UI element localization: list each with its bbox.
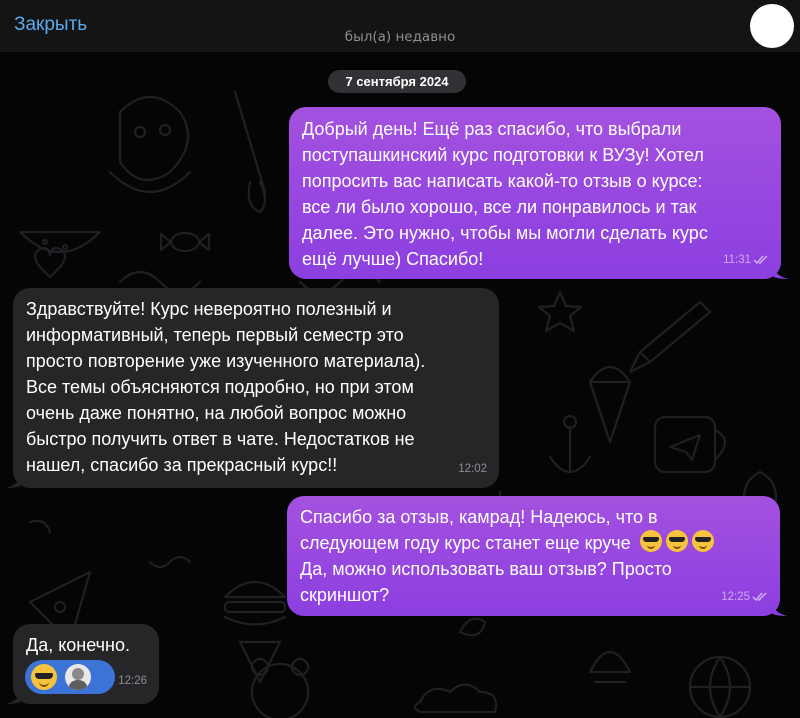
bubble-tail xyxy=(770,259,788,279)
message-meta: 12:02 xyxy=(458,456,487,482)
message-text-fragment: следующем году курс станет еще круче xyxy=(300,533,631,553)
sunglasses-emoji-icon xyxy=(665,530,688,552)
bubble-tail xyxy=(769,596,787,616)
message-text: Добрый день! Ещё раз спасибо, что выбрал… xyxy=(302,119,708,269)
contact-status: был(а) недавно xyxy=(344,29,456,45)
reaction-chip[interactable] xyxy=(25,660,115,694)
message-meta: 11:31 xyxy=(723,247,769,273)
sunglasses-emoji-icon xyxy=(639,530,662,552)
message-meta: 12:26 xyxy=(118,668,147,694)
bubble-tail xyxy=(6,468,24,488)
message-text: Здравствуйте! Курс невероятно полезный и… xyxy=(26,299,426,475)
date-separator: 7 сентября 2024 xyxy=(328,70,466,93)
outgoing-message[interactable]: Добрый день! Ещё раз спасибо, что выбрал… xyxy=(289,107,788,279)
contact-avatar[interactable] xyxy=(750,4,794,48)
incoming-message[interactable]: Да, конечно. 12:26 xyxy=(6,624,159,704)
double-check-icon xyxy=(753,255,768,265)
message-text-line: Спасибо за отзыв, камрад! Надеюсь, что в xyxy=(300,507,658,527)
double-check-icon xyxy=(752,592,767,602)
chat-header: Закрыть был(а) недавно xyxy=(0,0,800,52)
message-time: 12:02 xyxy=(458,463,487,475)
bubble-tail xyxy=(6,684,24,704)
message-meta: 12:25 xyxy=(721,584,768,610)
message-text-line: следующем году курс станет еще круче xyxy=(300,530,768,556)
message-text-line: Да, можно использовать ваш отзыв? Просто… xyxy=(300,559,672,605)
sunglasses-emoji-icon xyxy=(31,664,57,690)
reactor-avatar xyxy=(65,664,91,690)
outgoing-message[interactable]: Спасибо за отзыв, камрад! Надеюсь, что в… xyxy=(287,496,787,616)
message-time: 12:25 xyxy=(721,591,750,603)
sunglasses-emoji-icon xyxy=(691,530,714,552)
incoming-message[interactable]: Здравствуйте! Курс невероятно полезный и… xyxy=(6,288,499,488)
message-time: 12:26 xyxy=(118,675,147,687)
message-text: Да, конечно. xyxy=(26,635,130,655)
message-time: 11:31 xyxy=(723,254,751,266)
